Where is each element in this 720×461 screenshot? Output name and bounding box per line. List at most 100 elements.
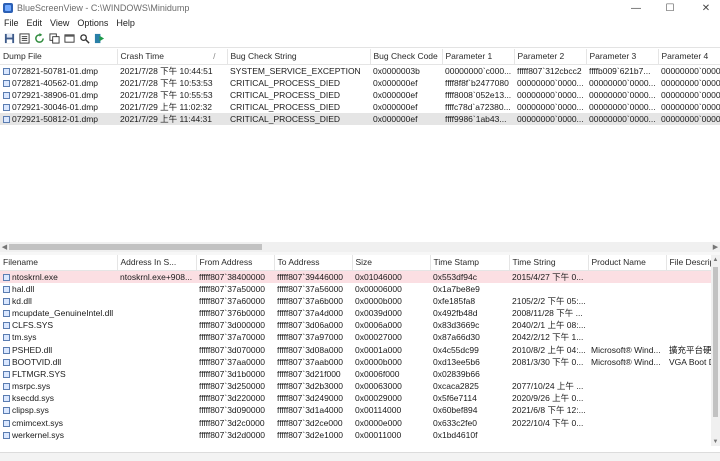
search-icon[interactable] (78, 33, 90, 45)
driver-cell: 2015/4/27 下午 0... (509, 270, 588, 283)
html-report-icon[interactable] (63, 33, 75, 45)
column-header-parameter-3[interactable]: Parameter 3 (586, 49, 659, 65)
driver-row[interactable]: hal.dll fffff807`37a50000 fffff807`37a5600… (0, 283, 720, 295)
driver-file-icon (3, 346, 10, 354)
crash-row[interactable]: 072921-30046-01.dmp 2021/7/29 上午 11:02:32… (0, 101, 720, 113)
menu-view[interactable]: View (46, 18, 73, 28)
driver-table-header: Filename Address In S... From Address To… (0, 255, 720, 271)
driver-cell (588, 392, 666, 404)
driver-file-name: mcupdate_GenuineIntel.dll (12, 307, 114, 318)
lower-vertical-scrollbar[interactable]: ▲ ▼ (711, 255, 720, 446)
column-header-parameter-2[interactable]: Parameter 2 (514, 49, 587, 65)
driver-row[interactable]: cmimcext.sys fffff807`3d2c0000 fffff807`3d… (0, 417, 720, 429)
crash-cell: 2021/7/29 上午 11:02:32 (120, 101, 212, 112)
menu-file[interactable]: File (0, 18, 23, 28)
column-header-parameter-4[interactable]: Parameter 4 (658, 49, 720, 65)
upper-horizontal-scrollbar[interactable]: ◀ ▶ (0, 242, 720, 252)
close-button[interactable]: ✕ (692, 0, 720, 16)
column-header-size[interactable]: Size (352, 255, 431, 271)
driver-file-name: werkernel.sys (12, 429, 64, 440)
driver-cell (117, 368, 196, 380)
crash-row[interactable]: 072821-40562-01.dmp 2021/7/28 下午 10:53:53… (0, 77, 720, 89)
driver-cell: 2021/6/8 下午 12:... (512, 405, 586, 416)
dump-file-icon (3, 91, 10, 99)
column-header-dump-file[interactable]: Dump File (0, 49, 118, 65)
driver-row[interactable]: clipsp.sys fffff807`3d090000 fffff807`3d1a… (0, 404, 720, 416)
crash-list[interactable]: Dump File Crash Time / Bug Check String B… (0, 49, 720, 242)
driver-row[interactable]: PSHED.dll fffff807`3d070000 fffff807`3d08a… (0, 343, 720, 355)
window-title: BlueScreenView - C:\WINDOWS\Minidump (17, 3, 190, 13)
driver-cell (588, 295, 666, 307)
menu-edit[interactable]: Edit (23, 18, 47, 28)
crash-cell: ffffb009`621b7... (589, 65, 651, 76)
copy-icon[interactable] (48, 33, 60, 45)
exit-icon[interactable] (93, 33, 105, 45)
upper-scroll-thumb[interactable] (9, 244, 262, 250)
driver-cell: 0x0000b000 (355, 295, 402, 306)
menu-help[interactable]: Help (112, 18, 139, 28)
crash-row[interactable]: 072921-38906-01.dmp 2021/7/28 下午 10:55:53… (0, 89, 720, 101)
driver-row[interactable]: CLFS.SYS fffff807`3d000000 fffff807`3d06a0… (0, 319, 720, 331)
driver-cell: fffff807`3d000000 (199, 320, 266, 331)
column-header-crash-time[interactable]: Crash Time / (117, 49, 228, 65)
dump-file-name: 072921-38906-01.dmp (12, 89, 99, 100)
driver-cell: 0x1a7be8e9 (433, 283, 480, 294)
driver-row[interactable]: werkernel.sys fffff807`3d2d0000 fffff807`3… (0, 429, 720, 441)
column-header-time-stamp[interactable]: Time Stamp (430, 255, 510, 271)
crash-cell: 2021/7/28 下午 10:53:53 (120, 77, 213, 88)
crash-row[interactable]: 072821-50781-01.dmp 2021/7/28 下午 10:44:51… (0, 64, 720, 77)
driver-row[interactable]: kd.dll fffff807`37a60000 fffff807`37a6b000… (0, 295, 720, 307)
column-header-address-in-stack[interactable]: Address In S... (117, 255, 197, 271)
driver-cell (117, 283, 196, 295)
driver-file-icon (3, 395, 10, 403)
column-header-filename[interactable]: Filename (0, 255, 118, 271)
driver-cell: fffff807`37a4d000 (277, 307, 344, 318)
lower-scroll-thumb[interactable] (713, 267, 718, 417)
driver-cell: 0x60bef894 (433, 405, 478, 416)
column-header-parameter-1[interactable]: Parameter 1 (442, 49, 515, 65)
properties-icon[interactable] (18, 33, 30, 45)
crash-cell: 00000000`0000... (589, 89, 656, 100)
driver-cell: Microsoft® Wind... (591, 356, 661, 367)
driver-cell (588, 319, 666, 331)
driver-cell (588, 368, 666, 380)
scroll-down-arrow-icon[interactable]: ▼ (711, 437, 720, 446)
sort-indicator: / (213, 51, 216, 62)
column-header-time-string[interactable]: Time String (509, 255, 589, 271)
scroll-left-arrow-icon[interactable]: ◀ (0, 242, 9, 252)
scroll-right-arrow-icon[interactable]: ▶ (711, 242, 720, 252)
crash-cell: 072821-50781-01.dmp (0, 64, 117, 77)
driver-list[interactable]: Filename Address In S... From Address To… (0, 255, 720, 446)
column-header-from-address[interactable]: From Address (196, 255, 275, 271)
driver-cell: fffff807`3d249000 (277, 393, 344, 404)
driver-row[interactable]: FLTMGR.SYS fffff807`3d1b0000 fffff807`3d21… (0, 368, 720, 380)
driver-file-icon (3, 383, 10, 391)
refresh-icon[interactable] (33, 33, 45, 45)
driver-row[interactable]: ntoskrnl.exe ntoskrnl.exe+908... fffff807`… (0, 270, 720, 283)
save-icon[interactable] (3, 33, 15, 45)
menu-options[interactable]: Options (73, 18, 112, 28)
crash-row[interactable]: 072921-50812-01.dmp 2021/7/29 上午 11:44:31… (0, 113, 720, 126)
dump-file-icon (3, 79, 10, 87)
scroll-up-arrow-icon[interactable]: ▲ (711, 255, 720, 264)
driver-cell: fffff807`376b0000 (199, 307, 266, 318)
column-header-bug-check-string[interactable]: Bug Check String (227, 49, 371, 65)
driver-file-icon (3, 358, 10, 366)
driver-row[interactable]: ksecdd.sys fffff807`3d220000 fffff807`3d24… (0, 392, 720, 404)
driver-row[interactable]: BOOTVID.dll fffff807`37aa0000 fffff807`37a… (0, 356, 720, 368)
minimize-button[interactable]: — (622, 0, 650, 16)
driver-cell: fffff807`37a50000 (199, 283, 266, 294)
crash-cell: 00000000`0000... (661, 65, 720, 76)
crash-cell: 00000000`0000... (517, 77, 584, 88)
column-header-product-name[interactable]: Product Name (588, 255, 667, 271)
crash-cell: 072921-30046-01.dmp (0, 101, 117, 113)
driver-file-name: PSHED.dll (12, 344, 53, 355)
driver-row[interactable]: msrpc.sys fffff807`3d250000 fffff807`3d2b3… (0, 380, 720, 392)
crash-table-header: Dump File Crash Time / Bug Check String B… (0, 49, 720, 65)
maximize-button[interactable]: ☐ (656, 0, 684, 16)
column-header-bug-check-code[interactable]: Bug Check Code (370, 49, 443, 65)
column-header-to-address[interactable]: To Address (274, 255, 353, 271)
dump-file-name: 072921-30046-01.dmp (12, 101, 99, 112)
driver-row[interactable]: tm.sys fffff807`37a70000 fffff807`37a97000… (0, 331, 720, 343)
driver-row[interactable]: mcupdate_GenuineIntel.dll fffff807`376b00… (0, 307, 720, 319)
